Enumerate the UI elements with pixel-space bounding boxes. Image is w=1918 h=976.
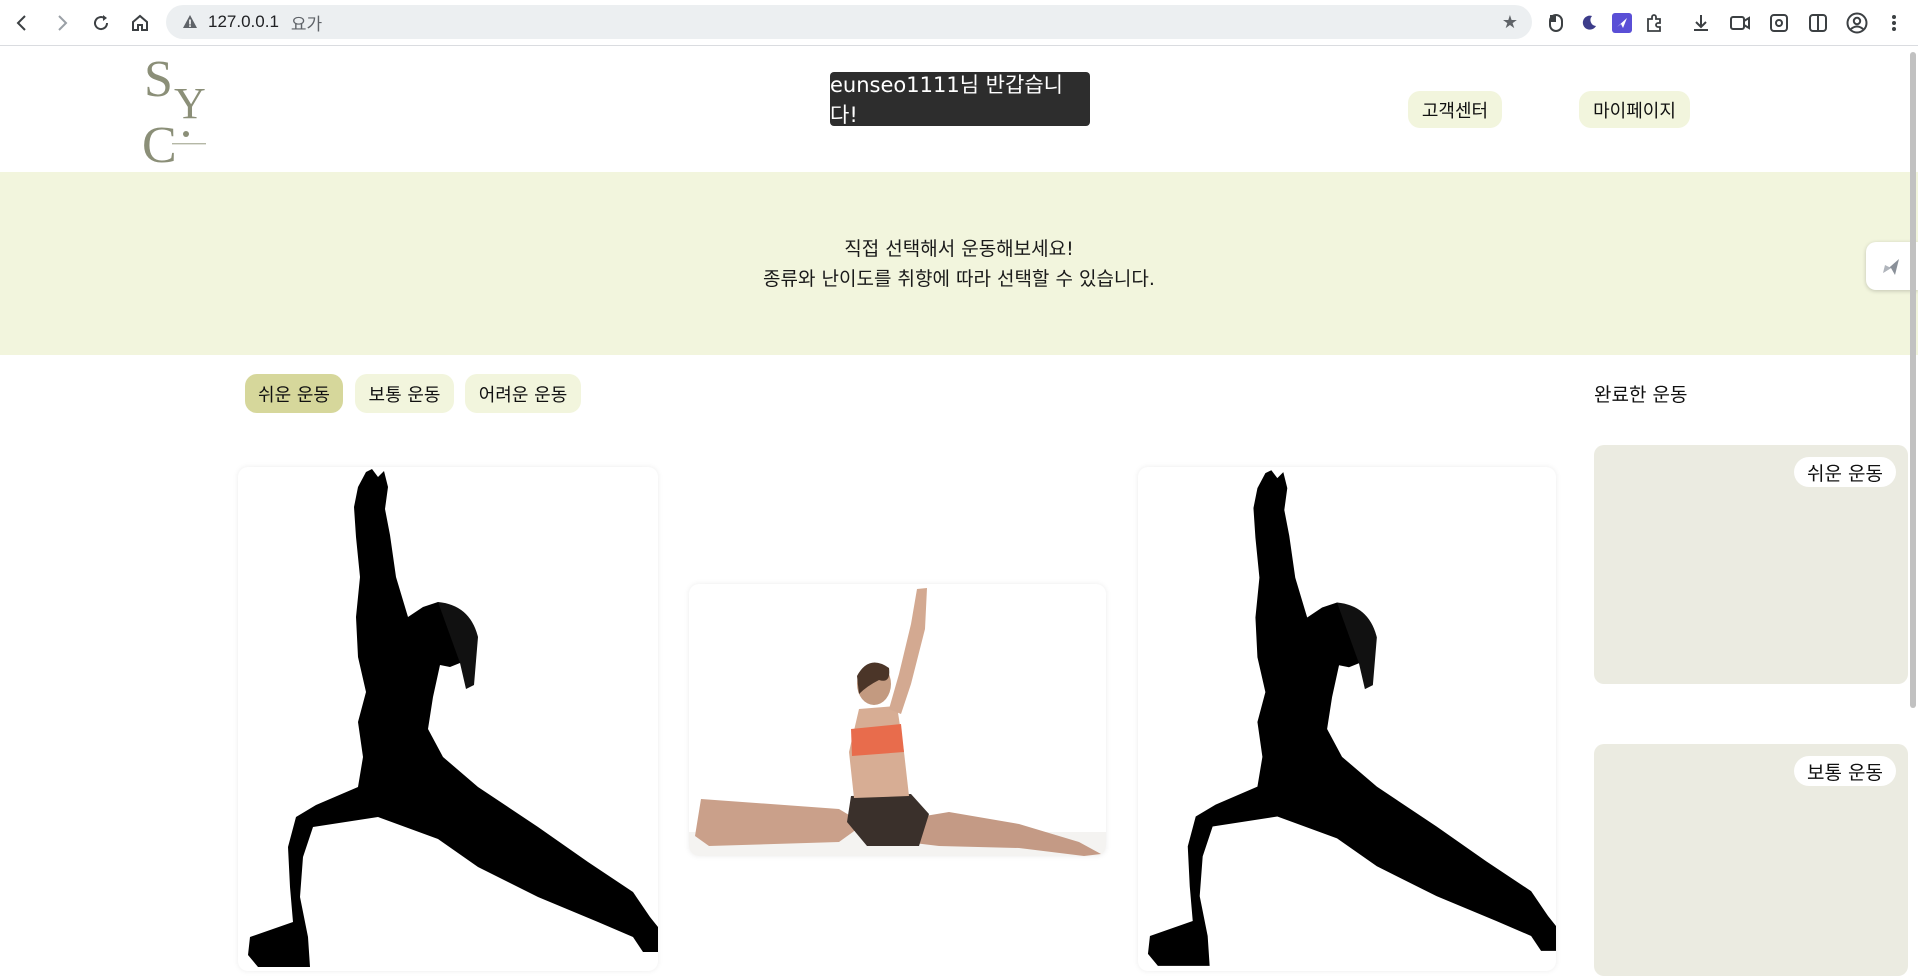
site-logo[interactable]: S Y C	[142, 51, 216, 174]
banner-line-2: 종류와 난이도를 취향에 따라 선택할 수 있습니다.	[763, 267, 1155, 290]
extensions-puzzle-icon[interactable]	[1640, 9, 1668, 37]
exercise-card-warrior-2[interactable]	[1138, 467, 1556, 971]
screenshot-icon[interactable]	[1765, 9, 1793, 37]
address-bar[interactable]: 127.0.0.1 요가 ★	[166, 5, 1532, 39]
warrior-pose-silhouette-icon	[248, 469, 658, 967]
home-icon[interactable]	[126, 9, 154, 37]
browser-toolbar: 127.0.0.1 요가 ★	[0, 0, 1918, 46]
completed-panel-easy: 쉬운 운동	[1594, 445, 1908, 684]
completed-exercises-title: 완료한 운동	[1594, 384, 1688, 406]
tab-normal[interactable]: 보통 운동	[355, 374, 454, 413]
banner-line-1: 직접 선택해서 운동해보세요!	[844, 237, 1074, 260]
screen-record-icon[interactable]	[1726, 9, 1754, 37]
split-view-icon[interactable]	[1804, 9, 1832, 37]
back-icon[interactable]	[8, 9, 36, 37]
reload-icon[interactable]	[87, 9, 115, 37]
page-title-text: 요가	[290, 14, 323, 35]
menu-dots-icon[interactable]	[1880, 9, 1908, 37]
mouse-extension-icon[interactable]	[1542, 9, 1570, 37]
exercise-card-warrior-1[interactable]	[238, 467, 658, 971]
not-secure-icon[interactable]	[182, 14, 198, 30]
exercise-card-split[interactable]	[689, 584, 1106, 856]
svg-text:S: S	[144, 52, 173, 108]
svg-text:Y: Y	[174, 79, 206, 128]
tab-hard[interactable]: 어려운 운동	[465, 374, 581, 413]
greeting-message: eunseo1111님 반갑습니다!	[830, 72, 1090, 127]
my-page-button[interactable]: 마이페이지	[1579, 91, 1690, 128]
customer-center-button[interactable]: 고객센터	[1408, 91, 1502, 128]
warrior-pose-silhouette-icon	[1147, 470, 1556, 966]
svg-text:C: C	[142, 117, 177, 168]
rocket-extension-icon[interactable]	[1608, 9, 1636, 37]
split-stretch-photo-icon	[689, 588, 1106, 856]
completed-badge-easy: 쉬운 운동	[1794, 457, 1896, 487]
intro-banner: 직접 선택해서 운동해보세요! 종류와 난이도를 취향에 따라 선택할 수 있습…	[0, 172, 1918, 355]
completed-badge-normal: 보통 운동	[1794, 756, 1896, 786]
completed-panel-normal: 보통 운동	[1594, 744, 1908, 976]
page-scrollbar[interactable]	[1910, 52, 1916, 708]
profile-icon[interactable]	[1843, 9, 1871, 37]
download-icon[interactable]	[1687, 9, 1715, 37]
dark-mode-extension-icon[interactable]	[1575, 9, 1603, 37]
tab-easy[interactable]: 쉬운 운동	[245, 374, 343, 413]
bookmark-star-icon[interactable]: ★	[1502, 12, 1518, 33]
forward-icon[interactable]	[48, 9, 76, 37]
url-text: 127.0.0.1	[208, 12, 279, 31]
